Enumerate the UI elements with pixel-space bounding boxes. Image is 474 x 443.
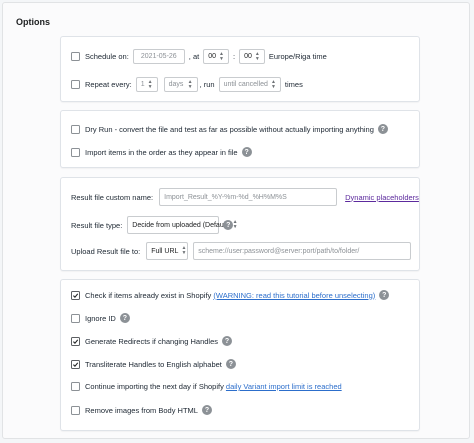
- option-checkbox[interactable]: [71, 290, 80, 300]
- option-checkbox[interactable]: [71, 336, 80, 346]
- repeat-checkbox[interactable]: [71, 80, 80, 89]
- option-label: Check if items already exist in Shopify: [85, 290, 214, 300]
- dry-run-row: Dry Run - convert the file and test as f…: [71, 124, 388, 134]
- option-row: Check if items already exist in Shopify …: [71, 290, 390, 300]
- option-label: Transliterate Handles to English alphabe…: [85, 359, 222, 369]
- help-icon[interactable]: ?: [377, 124, 388, 134]
- import-order-label: Import items in the order as they appear…: [85, 147, 238, 157]
- checkmark-icon: [73, 338, 79, 344]
- select-arrows-icon: ▲ ▼: [270, 78, 276, 90]
- option-row: Remove images from Body HTML?: [71, 405, 212, 415]
- upload-label: Upload Result file to:: [71, 246, 141, 256]
- result-name-label: Result file custom name:: [71, 192, 154, 202]
- repeat-count-input[interactable]: 1 ▲ ▼: [135, 77, 158, 92]
- select-arrows-icon: ▲ ▼: [181, 245, 187, 256]
- schedule-hour-select[interactable]: 00 ▲ ▼: [203, 49, 229, 64]
- dryrun-card: Dry Run - convert the file and test as f…: [60, 110, 420, 168]
- option-label: Remove images from Body HTML: [85, 405, 198, 415]
- import-order-row: Import items in the order as they appear…: [71, 147, 252, 157]
- upload-protocol-select[interactable]: Full URL ▲ ▼: [146, 242, 189, 260]
- stepper-arrows-icon: ▲ ▼: [147, 78, 153, 90]
- timezone-label: Europe/Riga time: [268, 52, 327, 61]
- import-options-card: Check if items already exist in Shopify …: [60, 279, 420, 431]
- help-icon[interactable]: ?: [379, 290, 390, 300]
- option-checkbox[interactable]: [71, 382, 80, 391]
- repeat-label: Repeat every:: [85, 80, 132, 89]
- schedule-row: Schedule on: 2021-05-26 , at 00 ▲ ▼ : 00 …: [71, 49, 327, 64]
- repeat-until-value: until cancelled: [223, 81, 268, 88]
- schedule-label: Schedule on:: [85, 52, 129, 61]
- repeat-unit-select[interactable]: days ▲ ▼: [163, 77, 198, 92]
- upload-protocol-value: Full URL: [151, 247, 179, 255]
- schedule-card: Schedule on: 2021-05-26 , at 00 ▲ ▼ : 00 …: [60, 36, 420, 102]
- repeat-unit-value: days: [168, 81, 184, 88]
- select-arrows-icon: ▲ ▼: [219, 50, 224, 62]
- select-arrows-icon: ▲ ▼: [232, 219, 238, 230]
- schedule-checkbox[interactable]: [71, 52, 80, 61]
- dynamic-placeholders-link[interactable]: Dynamic placeholders: [345, 193, 419, 202]
- result-type-select[interactable]: Decide from uploaded (Default) ▲ ▼: [127, 216, 238, 234]
- help-icon[interactable]: ?: [201, 405, 212, 415]
- select-arrows-icon: ▲ ▼: [187, 78, 193, 90]
- dry-run-label: Dry Run - convert the file and test as f…: [85, 124, 374, 134]
- repeat-row: Repeat every: 1 ▲ ▼ days ▲ ▼ , run until c…: [71, 77, 303, 92]
- option-label: Generate Redirects if changing Handles: [85, 336, 218, 346]
- upload-row: Upload Result file to: Full URL ▲ ▼ schem…: [71, 242, 412, 260]
- schedule-minute-select[interactable]: 00 ▲ ▼: [239, 49, 265, 64]
- help-icon[interactable]: ?: [222, 336, 232, 346]
- repeat-until-select[interactable]: until cancelled ▲ ▼: [218, 77, 281, 92]
- checkmark-icon: [73, 292, 79, 298]
- checkmark-icon: [73, 361, 79, 367]
- option-link[interactable]: daily Variant import limit is reached: [226, 382, 342, 391]
- option-row: Continue importing the next day if Shopi…: [71, 382, 342, 391]
- option-checkbox[interactable]: [71, 405, 80, 415]
- repeat-count-value: 1: [140, 81, 145, 88]
- result-type-value: Decide from uploaded (Default): [132, 221, 230, 229]
- option-row: Generate Redirects if changing Handles?: [71, 336, 232, 346]
- help-icon[interactable]: ?: [225, 359, 236, 369]
- result-name-input[interactable]: Import_Result_%Y-%m-%d_%H%M%S: [159, 188, 338, 206]
- option-row: Ignore ID?: [71, 313, 130, 323]
- upload-url-input[interactable]: scheme://user:password@server:port/path/…: [193, 242, 412, 260]
- result-type-label: Result file type:: [71, 220, 123, 230]
- schedule-hour-value: 00: [208, 53, 217, 60]
- import-order-checkbox[interactable]: [71, 147, 80, 157]
- schedule-at-label: , at: [188, 52, 200, 61]
- result-type-row: Result file type: Decide from uploaded (…: [71, 216, 238, 234]
- option-link[interactable]: (WARNING: read this tutorial before unse…: [213, 291, 375, 300]
- schedule-minute-value: 00: [244, 53, 252, 60]
- option-row: Transliterate Handles to English alphabe…: [71, 359, 236, 369]
- select-arrows-icon: ▲ ▼: [254, 50, 260, 62]
- help-icon[interactable]: ?: [119, 313, 130, 323]
- option-label: Continue importing the next day if Shopi…: [85, 382, 226, 391]
- help-icon[interactable]: ?: [241, 147, 252, 157]
- option-checkbox[interactable]: [71, 313, 80, 323]
- option-checkbox[interactable]: [71, 359, 80, 369]
- schedule-time-separator: :: [232, 52, 236, 61]
- options-panel: Options Schedule on: 2021-05-26 , at 00 …: [2, 2, 470, 439]
- option-label: Ignore ID: [85, 313, 116, 323]
- schedule-date-input[interactable]: 2021-05-26: [132, 49, 185, 64]
- section-title: Options: [16, 17, 50, 27]
- result-card: Result file custom name: Import_Result_%…: [60, 177, 420, 271]
- repeat-times-label: times: [284, 80, 303, 89]
- repeat-run-label: , run: [199, 80, 215, 89]
- result-name-row: Result file custom name: Import_Result_%…: [71, 188, 419, 206]
- dry-run-checkbox[interactable]: [71, 124, 80, 134]
